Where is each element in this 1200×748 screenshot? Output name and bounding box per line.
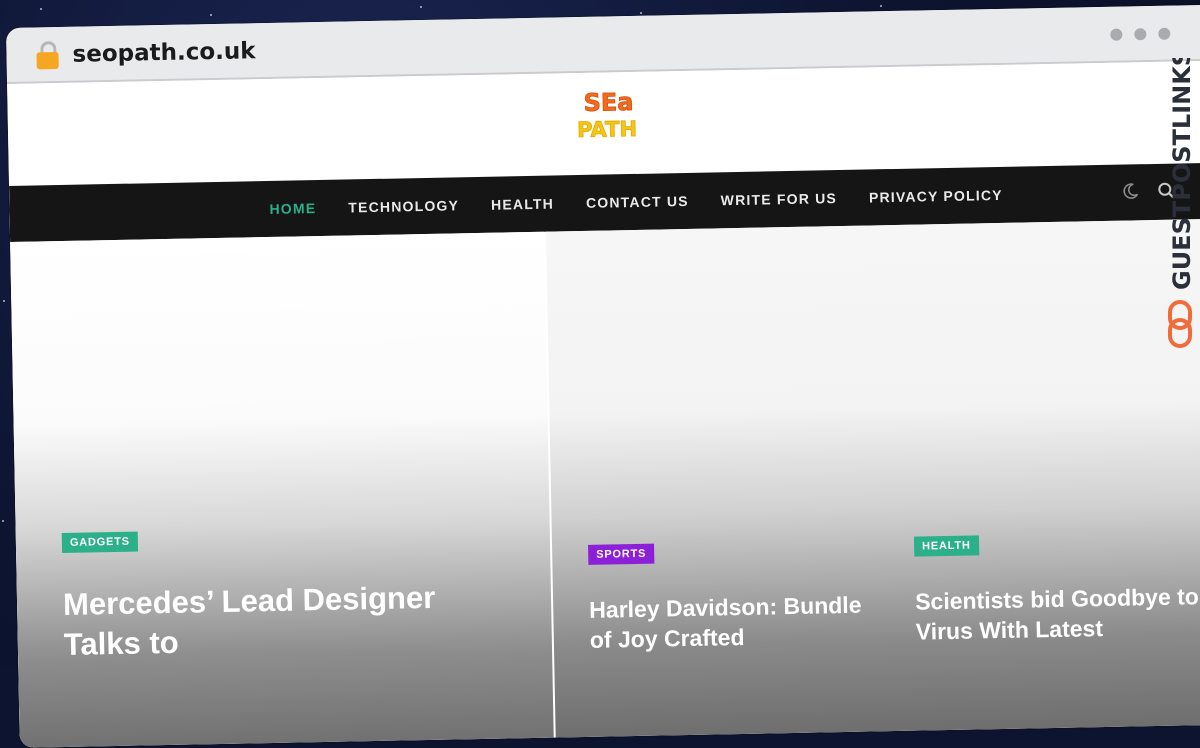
window-dot-icon[interactable]	[1110, 28, 1123, 41]
featured-post-image[interactable]	[546, 217, 1200, 748]
post-title[interactable]: Harley Davidson: Bundle of Joy Crafted	[589, 590, 870, 655]
category-badge[interactable]: SPORTS	[588, 543, 655, 565]
guestpostlinks-watermark: GUESTPOSTLINKS	[1160, 49, 1200, 358]
nav-item-health[interactable]: HEALTH	[491, 196, 554, 213]
category-badge[interactable]: HEALTH	[913, 535, 979, 557]
nav-item-write-for-us[interactable]: WRITE FOR US	[721, 190, 838, 208]
nav-item-home[interactable]: HOME	[269, 200, 316, 217]
web-page: SEa PATH HOME TECHNOLOGY HEALTH CONTACT …	[7, 60, 1200, 748]
link-icon	[1168, 300, 1192, 348]
lock-icon	[36, 41, 59, 70]
site-logo[interactable]: SEa PATH	[573, 84, 644, 145]
address-bar-url[interactable]: seopath.co.uk	[72, 38, 255, 68]
browser-window: seopath.co.uk SEa PATH HOME TECHNOLOGY H…	[6, 4, 1200, 748]
window-controls	[1110, 27, 1171, 41]
nav-item-technology[interactable]: TECHNOLOGY	[348, 197, 459, 215]
post-title[interactable]: Scientists bid Goodbye to Virus With Lat…	[915, 581, 1200, 647]
post-title[interactable]: Mercedes’ Lead Designer Talks to	[63, 577, 484, 665]
nav-item-contact-us[interactable]: CONTACT US	[586, 193, 689, 211]
category-badge[interactable]: GADGETS	[61, 531, 139, 554]
nav-item-privacy-policy[interactable]: PRIVACY POLICY	[869, 187, 1003, 206]
logo-line1: SEa	[583, 88, 633, 117]
moon-icon[interactable]	[1121, 182, 1139, 205]
watermark-text: GUESTPOSTLINKS	[1168, 58, 1196, 290]
window-dot-icon[interactable]	[1158, 27, 1171, 40]
window-dot-icon[interactable]	[1134, 28, 1147, 41]
featured-post-image[interactable]	[10, 231, 554, 748]
logo-line2: PATH	[577, 117, 637, 142]
